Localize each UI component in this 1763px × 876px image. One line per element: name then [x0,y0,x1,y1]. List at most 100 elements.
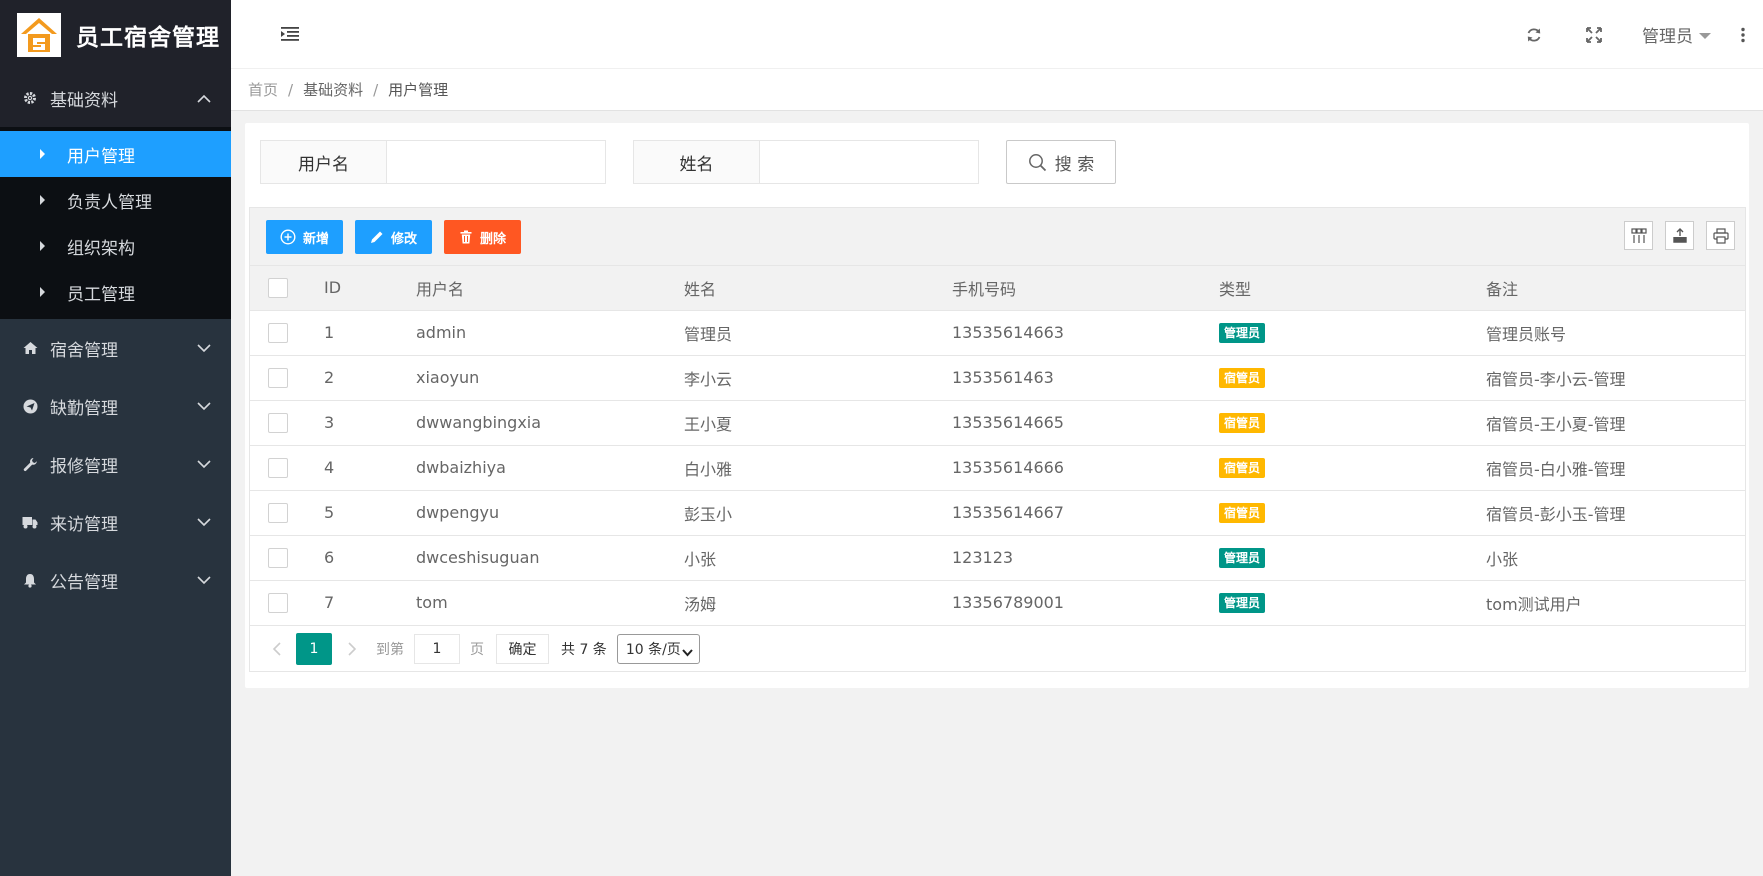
cell-phone: 123123 [952,548,1014,567]
sidebar-item-supervisor-management[interactable]: 负责人管理 [0,177,231,223]
menu-group-dormitory[interactable]: 宿舍管理 [0,319,231,377]
edit-button[interactable]: 修改 [355,220,432,254]
data-table: ID 用户名 姓名 手机号码 类型 备注 1 admin 管理员 1353561… [250,266,1745,625]
cell-id: 6 [324,548,335,567]
cell-phone: 1353561463 [952,368,1054,387]
paper-plane-icon [22,398,38,414]
goto-confirm-button[interactable]: 确定 [496,633,549,664]
breadcrumb-separator: / [288,80,294,99]
cell-id: 5 [324,503,335,522]
export-icon[interactable] [1665,221,1694,250]
page-size-value: 10 条/页 [625,641,681,658]
table-row[interactable]: 1 admin 管理员 13535614663 管理员 管理员账号 [250,310,1745,355]
breadcrumb-section[interactable]: 基础资料 [303,79,363,100]
page-size-select[interactable]: 10 条/页 [616,633,700,664]
caret-right-icon [40,241,45,251]
content-card: 用户名 姓名 搜 索 新增 修改 删除 ID 用户名 姓名 手机号码 类型 备注… [245,123,1749,688]
cell-phone: 13535614666 [952,458,1064,477]
table-row[interactable]: 2 xiaoyun 李小云 1353561463 宿管员 宿管员-李小云-管理 [250,355,1745,400]
cell-note: 宿管员-彭小玉-管理 [1486,504,1626,524]
search-button[interactable]: 搜 索 [1006,140,1116,184]
fullscreen-icon[interactable] [1564,0,1624,69]
refresh-icon[interactable] [1504,0,1564,69]
cell-note: 小张 [1486,549,1519,569]
table-row[interactable]: 5 dwpengyu 彭玉小 13535614667 宿管员 宿管员-彭小玉-管… [250,490,1745,535]
goto-page-input[interactable]: 1 [414,633,460,664]
type-badge: 管理员 [1219,593,1266,614]
column-header-username[interactable]: 用户名 [416,266,684,310]
menu-group-label: 来访管理 [50,514,118,535]
menu-group-repair[interactable]: 报修管理 [0,435,231,493]
print-icon[interactable] [1706,221,1735,250]
menu-group-absence[interactable]: 缺勤管理 [0,377,231,435]
chevron-down-icon [197,396,211,416]
add-button-label: 新增 [302,231,329,247]
columns-filter-icon[interactable] [1624,221,1653,250]
name-field: 姓名 [633,140,979,184]
table-row[interactable]: 3 dwwangbingxia 王小夏 13535614665 宿管员 宿管员-… [250,400,1745,445]
cell-id: 2 [324,368,335,387]
type-badge: 宿管员 [1219,458,1266,478]
row-checkbox[interactable] [268,502,288,523]
next-page-icon[interactable] [342,641,362,656]
cell-username: admin [416,323,467,342]
table-row[interactable]: 7 tom 汤姆 13356789001 管理员 tom测试用户 [250,580,1745,625]
more-vertical-icon[interactable] [1723,0,1763,69]
row-checkbox[interactable] [268,593,288,613]
table-row[interactable]: 6 dwceshisuguan 小张 123123 管理员 小张 [250,535,1745,580]
user-menu[interactable]: 管理员 [1624,22,1723,47]
header-right: 管理员 [1504,0,1763,69]
type-badge: 宿管员 [1219,413,1266,433]
column-header-id[interactable]: ID [324,266,416,310]
sidebar-item-organization[interactable]: 组织架构 [0,223,231,269]
cell-username: dwwangbingxia [416,413,542,432]
caret-right-icon [40,149,45,159]
type-badge: 宿管员 [1219,368,1266,388]
breadcrumb-home[interactable]: 首页 [248,79,278,100]
sidebar-item-employee-management[interactable]: 员工管理 [0,269,231,315]
row-checkbox[interactable] [268,322,288,343]
name-input[interactable] [760,141,978,183]
row-checkbox[interactable] [268,367,288,388]
username-input[interactable] [387,141,605,183]
menu-group-label: 公告管理 [50,572,118,593]
menu-group-basic[interactable]: 基础资料 [0,69,231,127]
menu-toggle-icon[interactable] [281,25,299,45]
prev-page-icon[interactable] [266,641,286,656]
menu-group-visitor[interactable]: 来访管理 [0,493,231,551]
breadcrumb: 首页 / 基础资料 / 用户管理 [231,69,1763,111]
column-header-name[interactable]: 姓名 [684,266,952,310]
row-checkbox[interactable] [268,457,288,478]
goto-label: 到第 [376,641,404,658]
chevron-down-icon [197,454,211,474]
menu-group-label: 缺勤管理 [50,398,118,419]
menu-group-announcement[interactable]: 公告管理 [0,551,231,609]
table-toolbar: 新增 修改 删除 [250,208,1745,266]
type-badge: 管理员 [1219,548,1266,568]
row-checkbox[interactable] [268,412,288,433]
sidebar-item-user-management[interactable]: 用户管理 [0,131,231,177]
type-badge: 管理员 [1219,323,1266,343]
cell-note: 宿管员-李小云-管理 [1486,369,1626,389]
table-header-row: ID 用户名 姓名 手机号码 类型 备注 [250,266,1745,310]
cell-username: dwpengyu [416,503,500,522]
logo-area[interactable]: 员工宿舍管理 [0,0,231,69]
delete-button[interactable]: 删除 [444,220,521,254]
select-all-checkbox[interactable] [268,278,288,298]
page-number-current[interactable]: 1 [296,632,332,665]
column-header-phone[interactable]: 手机号码 [952,266,1219,310]
column-header-note[interactable]: 备注 [1486,266,1745,310]
table-row[interactable]: 4 dwbaizhiya 白小雅 13535614666 宿管员 宿管员-白小雅… [250,445,1745,490]
edit-button-label: 修改 [390,231,417,247]
row-checkbox[interactable] [268,547,288,568]
sidebar-item-label: 组织架构 [67,238,135,259]
wrench-icon [22,456,38,472]
plus-circle-icon [280,229,296,245]
chevron-down-icon [197,512,211,532]
add-button[interactable]: 新增 [266,220,343,254]
column-header-type[interactable]: 类型 [1219,266,1486,310]
cell-phone: 13356789001 [952,593,1064,613]
menu-group-label: 报修管理 [50,456,118,477]
cell-name: 白小雅 [684,459,733,479]
breadcrumb-separator: / [373,80,379,99]
